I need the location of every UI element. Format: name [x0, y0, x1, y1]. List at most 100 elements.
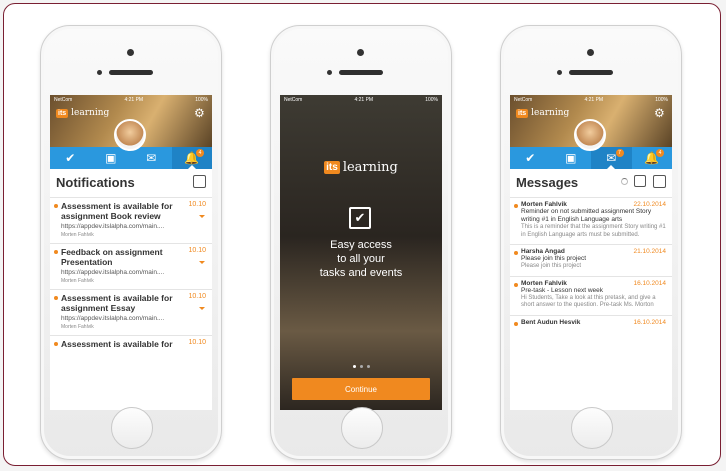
list-item[interactable]: Harsha Angad 21.10.2014 Please join this…	[510, 244, 672, 276]
tab-notifications[interactable]: 🔔 4	[171, 147, 212, 169]
list-item[interactable]: Morten Fahlvik 22.10.2014 Reminder on no…	[510, 197, 672, 244]
app-logo: its learning	[280, 160, 442, 175]
item-url: https://appdev.itslalpha.com/main....	[61, 223, 165, 230]
tagline-line: to all your	[337, 253, 385, 265]
home-button[interactable]	[571, 407, 613, 449]
message-date: 16.10.2014	[633, 279, 666, 287]
avatar[interactable]	[114, 119, 146, 151]
list-item[interactable]: Assessment is available for 10.10	[50, 335, 212, 354]
tagline-line: Easy access	[330, 239, 392, 251]
home-button[interactable]	[341, 407, 383, 449]
page-dot[interactable]	[359, 365, 363, 368]
filter-icon[interactable]	[193, 175, 206, 188]
mail-badge: 7	[615, 149, 624, 157]
message-subject: Reminder on not submitted assignment Sto…	[521, 208, 652, 223]
gear-icon[interactable]: ⚙	[194, 107, 206, 119]
logo-text: learning	[531, 108, 570, 118]
front-sensor	[327, 70, 332, 75]
carrier: NetCom	[514, 97, 533, 103]
item-date: 10.10	[188, 293, 206, 300]
page-indicator[interactable]	[280, 365, 442, 368]
item-title: Assessment is available for assignment B…	[61, 201, 173, 221]
home-button[interactable]	[111, 407, 153, 449]
camera	[127, 49, 134, 56]
notification-badge: 4	[656, 149, 664, 157]
list-item[interactable]: Feedback on assignment Presentation 10.1…	[50, 243, 212, 289]
screen-notifications: NetCom 4:21 PM 100% its learning ⚙ ✔ ▣ ✉…	[50, 95, 212, 410]
clock: 4:21 PM	[354, 97, 374, 103]
phone-splash: NetCom 4:21 PM 100% its learning ✔ Easy …	[270, 25, 452, 460]
speaker	[109, 70, 153, 75]
compose-icon[interactable]	[634, 175, 646, 187]
list-item[interactable]: Morten Fahlvik 16.10.2014 Pre-task - Les…	[510, 275, 672, 315]
item-author: Morten Fahlvik	[61, 278, 94, 284]
splash-tagline: Easy access to all your tasks and events	[280, 238, 442, 280]
tab-messages[interactable]: ✉ 7	[591, 147, 632, 169]
check-icon: ✔	[65, 151, 76, 165]
message-subject: Pre-task - Lesson next week	[521, 286, 604, 294]
battery: 100%	[195, 97, 208, 103]
gear-icon[interactable]: ⚙	[654, 107, 666, 119]
message-list: Morten Fahlvik 22.10.2014 Reminder on no…	[510, 197, 672, 331]
continue-button[interactable]: Continue	[292, 378, 430, 400]
notification-list: Assessment is available for assignment B…	[50, 197, 212, 354]
page-dot[interactable]	[366, 365, 370, 368]
calendar-icon: ▣	[565, 151, 577, 165]
avatar[interactable]	[574, 119, 606, 151]
tab-tasks[interactable]: ✔	[510, 147, 551, 169]
check-icon: ✔	[525, 151, 536, 165]
item-author: Morten Fahlvik	[61, 232, 94, 238]
screen-splash: NetCom 4:21 PM 100% its learning ✔ Easy …	[280, 95, 442, 410]
item-url: https://appdev.itslalpha.com/main....	[61, 315, 165, 322]
logo-text: learning	[342, 160, 398, 175]
front-sensor	[557, 70, 562, 75]
clock: 4:21 PM	[124, 97, 144, 103]
camera	[587, 49, 594, 56]
status-bar: NetCom 4:21 PM 100%	[280, 95, 442, 105]
camera	[357, 49, 364, 56]
battery: 100%	[425, 97, 438, 103]
status-bar: NetCom 4:21 PM 100%	[50, 95, 212, 105]
item-url: https://appdev.itslalpha.com/main....	[61, 269, 165, 276]
page-title: Messages	[516, 175, 579, 190]
logo-mark: its	[516, 108, 529, 118]
calendar-icon: ▣	[105, 151, 117, 165]
chevron-down-icon[interactable]	[199, 307, 205, 313]
front-sensor	[97, 70, 102, 75]
tab-tasks[interactable]: ✔	[50, 147, 91, 169]
message-preview: Hi Students, Take a look at this pretask…	[521, 294, 656, 309]
list-item[interactable]: Bent Audun Hesvik 16.10.2014	[510, 314, 672, 331]
tagline-line: tasks and events	[319, 267, 403, 279]
filter-icon[interactable]	[653, 175, 666, 188]
logo-text: learning	[71, 108, 110, 118]
item-title: Assessment is available for	[61, 339, 173, 349]
message-date: 16.10.2014	[633, 318, 666, 326]
notification-badge: 4	[196, 149, 204, 157]
item-title: Assessment is available for assignment E…	[61, 293, 173, 313]
chevron-down-icon[interactable]	[199, 261, 205, 267]
chevron-down-icon[interactable]	[199, 215, 205, 221]
loading-spinner-icon	[621, 178, 628, 185]
item-title: Feedback on assignment Presentation	[61, 247, 163, 267]
logo-mark: its	[324, 161, 340, 174]
tab-messages[interactable]: ✉	[131, 147, 172, 169]
item-author: Morten Fahlvik	[61, 324, 94, 330]
speaker	[339, 70, 383, 75]
carrier: NetCom	[284, 97, 303, 103]
item-date: 10.10	[188, 247, 206, 254]
message-preview: Please join this project	[521, 263, 582, 269]
screen-messages: NetCom 4:21 PM 100% its learning ⚙ ✔ ▣ ✉…	[510, 95, 672, 410]
logo-mark: its	[56, 108, 69, 118]
phone-messages: NetCom 4:21 PM 100% its learning ⚙ ✔ ▣ ✉…	[500, 25, 682, 460]
page-dot[interactable]	[352, 365, 356, 368]
list-item[interactable]: Assessment is available for assignment E…	[50, 289, 212, 335]
app-logo: its learning	[56, 108, 109, 118]
message-date: 22.10.2014	[633, 201, 666, 208]
list-item[interactable]: Assessment is available for assignment B…	[50, 197, 212, 243]
tab-notifications[interactable]: 🔔 4	[632, 147, 673, 169]
mail-icon: ✉	[606, 151, 617, 165]
speaker	[569, 70, 613, 75]
clock: 4:21 PM	[584, 97, 604, 103]
carrier: NetCom	[54, 97, 73, 103]
battery: 100%	[655, 97, 668, 103]
